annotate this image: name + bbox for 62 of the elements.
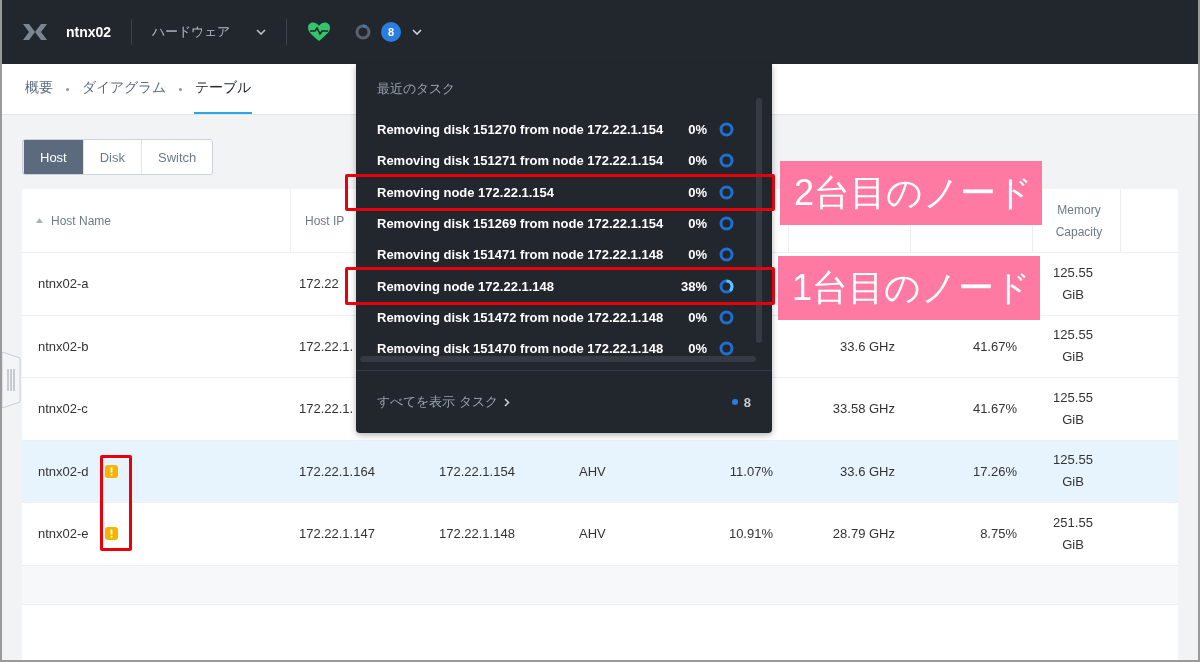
task-name[interactable]: Removing disk 151470 from node 172.22.1.148 xyxy=(377,341,680,357)
table-cell: 41.67% xyxy=(972,338,1017,354)
task-name[interactable]: Removing disk 151471 from node 172.22.1.148 xyxy=(377,247,680,263)
column-header[interactable]: Host IP xyxy=(305,209,345,232)
view-all-link[interactable]: すべてを表示 タスク xyxy=(377,393,498,411)
table-cell: 17.26% xyxy=(972,463,1017,479)
task-percent: 0% xyxy=(687,247,707,263)
table-cell-text: 125.55 GiB xyxy=(1052,388,1094,429)
view-selector[interactable]: ハードウェア xyxy=(152,23,257,41)
table-cell: ntnx02-c xyxy=(38,401,88,417)
column-header[interactable]: Host Name xyxy=(51,209,112,232)
table-cell-text: 125.55 GiB xyxy=(1052,451,1094,492)
table-cell: 28.79 GHz xyxy=(832,526,895,542)
table-cell: 172.22.1.164 xyxy=(299,463,375,479)
segment-tab[interactable]: Host xyxy=(23,140,83,174)
view-tab[interactable]: ダイアグラム xyxy=(81,64,167,114)
task-name[interactable]: Removing node 172.22.1.154 xyxy=(377,184,680,200)
table-cell: 172.22.1.154 xyxy=(439,463,515,479)
table-cell: 33.58 GHz xyxy=(832,401,895,417)
segment-tab[interactable]: Disk xyxy=(82,140,141,174)
callout-tooltip: 1台目のノード xyxy=(778,256,1040,320)
table-cell: 11.07% xyxy=(729,463,773,479)
column-header[interactable]: Memory Capacity xyxy=(1049,198,1109,243)
table-cell: ntnx02-a xyxy=(38,276,89,292)
view-tab[interactable]: 概要 xyxy=(24,64,54,114)
cluster-name[interactable]: ntnx02 xyxy=(66,24,112,40)
table-cell-text: 125.55 GiB xyxy=(1052,263,1094,304)
task-percent: 0% xyxy=(687,216,707,232)
table-cell: 172.22.1. xyxy=(299,401,354,417)
table-cell-text: 251.55 GiB xyxy=(1052,513,1094,554)
table-cell: AHV xyxy=(579,526,606,542)
table-cell: 10.91% xyxy=(728,526,773,542)
task-name[interactable]: Removing disk 151269 from node 172.22.1.154 xyxy=(377,216,680,232)
view-tab[interactable]: テーブル xyxy=(194,64,252,114)
table-row[interactable]: ntnx02-e 172.22.1.147 172.22.1.148 AHV 10.91% 28.79 GHz 8.75% 251.55 GiB xyxy=(22,503,1178,566)
segment-tab[interactable]: Switch xyxy=(141,140,213,174)
task-percent: 0% xyxy=(687,153,707,169)
popup-title: 最近のタスク xyxy=(376,80,456,98)
table-cell: 8.75% xyxy=(980,526,1017,542)
task-count-badge[interactable]: 8 xyxy=(381,22,402,42)
task-name[interactable]: Removing node 172.22.1.148 xyxy=(377,278,680,294)
table-cell: ntnx02-e xyxy=(38,526,89,542)
task-percent: 38% xyxy=(680,278,707,294)
task-percent: 0% xyxy=(687,341,707,357)
task-percent: 0% xyxy=(687,184,707,200)
table-cell: 172.22.1.147 xyxy=(299,526,375,542)
table-cell: ntnx02-d xyxy=(38,463,89,479)
table-cell: AHV xyxy=(579,463,606,479)
table-cell: 172.22 xyxy=(299,276,339,292)
table-row[interactable]: ntnx02-d 172.22.1.164 172.22.1.154 AHV 11.07% 33.6 GHz 17.26% 125.55 GiB xyxy=(22,440,1178,503)
callout-tooltip: 2台目のノード xyxy=(780,161,1042,225)
table-cell: 33.6 GHz xyxy=(840,463,895,479)
table-cell: ntnx02-b xyxy=(38,338,89,354)
table-cell: 172.22.1.148 xyxy=(439,526,515,542)
table-cell: 33.6 GHz xyxy=(840,338,895,354)
task-count: 8 xyxy=(743,394,751,410)
task-percent: 0% xyxy=(687,122,707,138)
table-cell-text: 125.55 GiB xyxy=(1052,326,1094,367)
table-cell: 41.67% xyxy=(972,401,1017,417)
table-cell: 172.22.1. xyxy=(299,338,354,354)
task-name[interactable]: Removing disk 151271 from node 172.22.1.154 xyxy=(377,153,680,169)
task-name[interactable]: Removing disk 151270 from node 172.22.1.154 xyxy=(377,122,680,138)
